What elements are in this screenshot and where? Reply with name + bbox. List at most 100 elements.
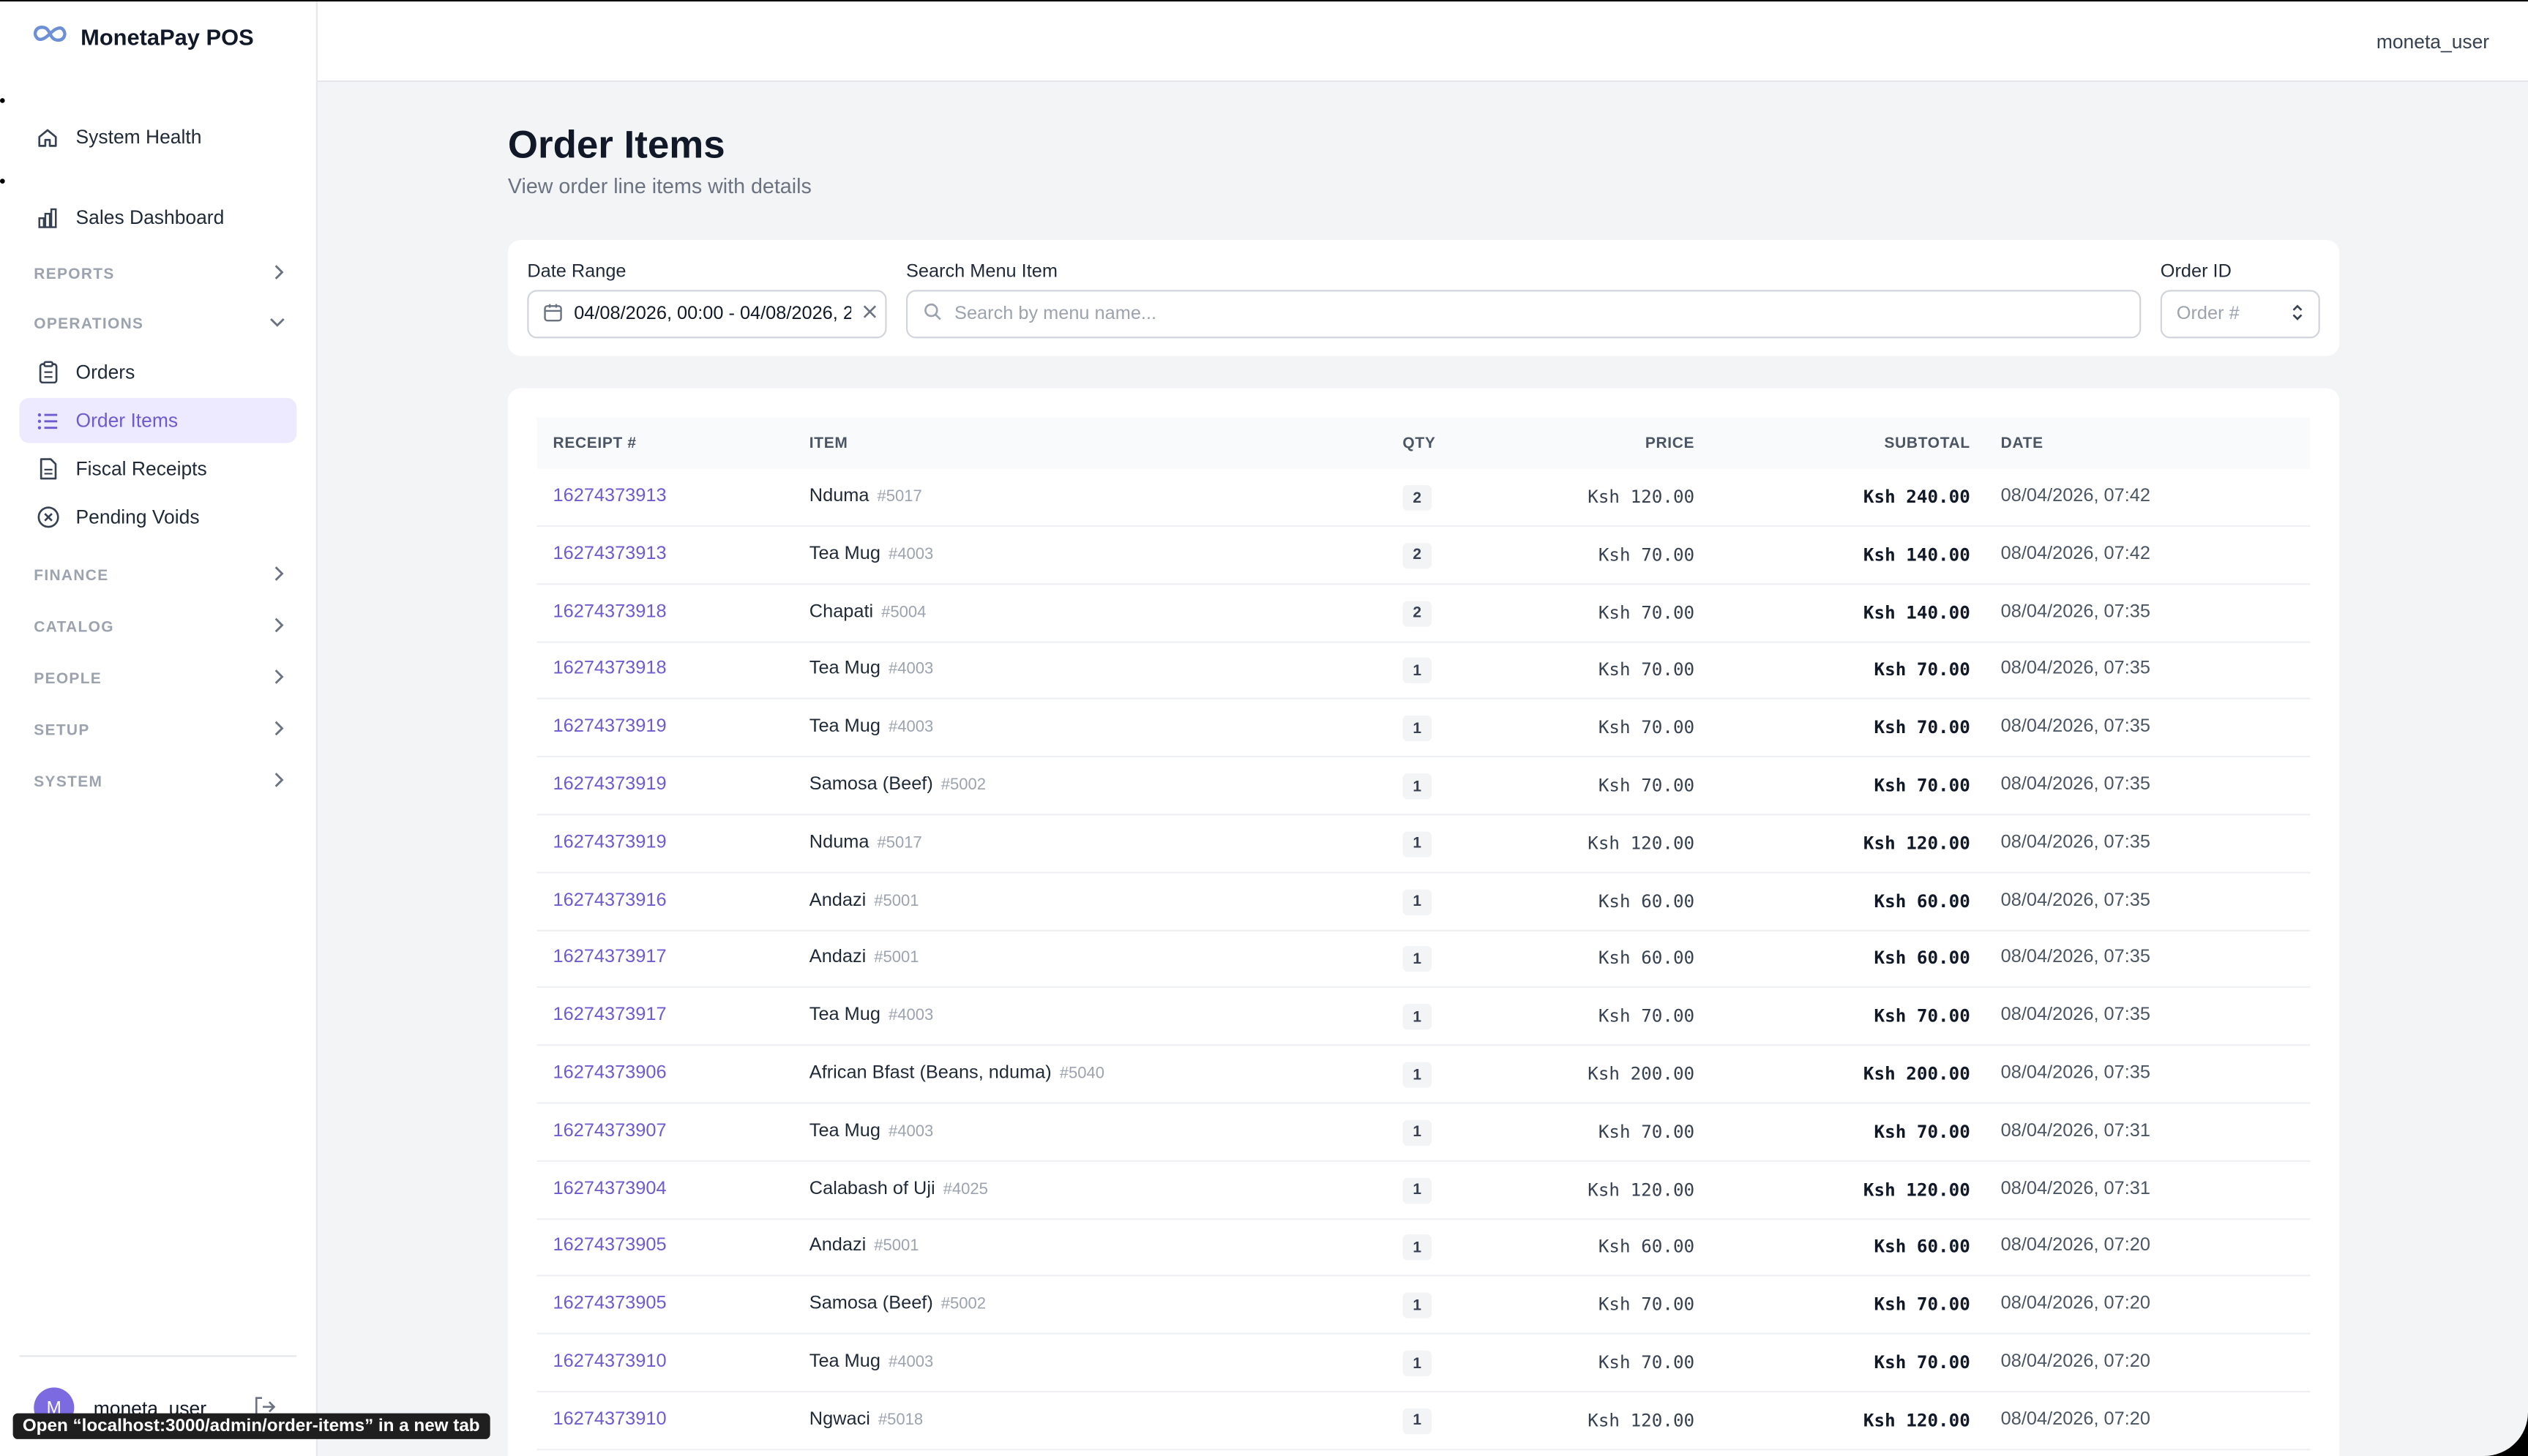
date-cell: 08/04/2026, 07:20 — [2000, 1237, 2150, 1256]
topbar-username[interactable]: moneta_user — [2376, 31, 2489, 53]
item-code: #5001 — [874, 950, 919, 968]
date-cell: 08/04/2026, 07:35 — [2000, 775, 2150, 795]
col-receipt[interactable]: RECEIPT # — [553, 435, 637, 453]
chevron-right-icon — [272, 669, 285, 690]
order-id-input[interactable]: Order # — [2160, 290, 2320, 339]
item-code: #5002 — [940, 776, 987, 795]
chevron-right-icon — [272, 566, 285, 587]
receipt-link[interactable]: 16274373918 — [553, 602, 667, 621]
order-items-table: RECEIPT # ITEM QTY PRICE SUBTOTAL DATE 1… — [507, 388, 2340, 1456]
sidebar-item-pending-voids[interactable]: Pending Voids — [19, 495, 296, 540]
sidebar-item-orders[interactable]: Orders — [19, 350, 296, 395]
search-menu-item-label: Search Menu Item — [905, 262, 1058, 282]
sidebar-item-label: Order Items — [75, 409, 179, 432]
receipt-link[interactable]: 16274373910 — [553, 1410, 667, 1429]
item-cell: Andazi #5001 — [809, 1237, 919, 1256]
table-row: 16274373919 Nduma #5017 1 Ksh 120.00 Ksh 120.… — [536, 815, 2311, 874]
sidebar-item-label: Orders — [75, 361, 135, 384]
section-operations[interactable]: OPERATIONS — [34, 316, 285, 334]
subtotal-cell: Ksh 70.00 — [1874, 1351, 1970, 1373]
item-cell: Nduma #5017 — [809, 833, 922, 852]
sidebar-divider — [19, 1355, 297, 1357]
item-code: #5018 — [878, 1411, 924, 1430]
subtotal-cell: Ksh 70.00 — [1874, 1005, 1970, 1027]
receipt-link[interactable]: 16274373910 — [553, 1352, 667, 1371]
item-code: #4003 — [888, 1354, 934, 1372]
qty-badge: 1 — [1402, 716, 1432, 742]
sidebar-item-order-items[interactable]: Order Items — [19, 397, 297, 443]
receipt-link[interactable]: 16274373907 — [553, 1121, 667, 1140]
stepper-icon[interactable] — [2291, 302, 2304, 326]
receipt-link[interactable]: 16274373917 — [553, 1006, 667, 1025]
qty-badge: 2 — [1402, 600, 1432, 626]
section-label: FINANCE — [34, 567, 109, 585]
section-label: SYSTEM — [34, 773, 103, 792]
item-name: Samosa (Beef) — [809, 1294, 933, 1314]
col-item[interactable]: ITEM — [809, 435, 848, 453]
price-cell: Ksh 200.00 — [1588, 1063, 1695, 1085]
receipt-link[interactable]: 16274373913 — [553, 487, 667, 506]
app-root: MonetaPay POS System Health Sales Dashbo… — [0, 1, 2528, 1456]
price-cell: Ksh 70.00 — [1598, 659, 1695, 681]
item-code: #5002 — [940, 1296, 987, 1314]
item-name: Andazi — [809, 1237, 867, 1256]
section-catalog[interactable]: CATALOG — [34, 617, 285, 638]
section-people[interactable]: PEOPLE — [34, 669, 285, 690]
section-reports[interactable]: REPORTS — [34, 264, 285, 285]
price-cell: Ksh 70.00 — [1598, 1351, 1695, 1373]
subtotal-cell: Ksh 70.00 — [1874, 775, 1970, 796]
price-cell: Ksh 70.00 — [1598, 544, 1695, 566]
brand[interactable]: MonetaPay POS — [32, 23, 254, 52]
app-name: MonetaPay POS — [81, 23, 254, 50]
receipt-link[interactable]: 16274373906 — [553, 1064, 667, 1083]
section-system[interactable]: SYSTEM — [34, 772, 285, 793]
sidebar-item-sales-dashboard[interactable]: Sales Dashboard — [19, 195, 296, 240]
section-setup[interactable]: SETUP — [34, 720, 285, 741]
col-price[interactable]: PRICE — [1645, 435, 1694, 453]
col-qty[interactable]: QTY — [1402, 435, 1435, 453]
receipt-link[interactable]: 16274373918 — [553, 660, 667, 679]
date-cell: 08/04/2026, 07:20 — [2000, 1351, 2150, 1372]
date-cell: 08/04/2026, 07:31 — [2000, 1179, 2150, 1198]
receipt-link[interactable]: 16274373913 — [553, 544, 667, 563]
search-input[interactable]: Search by menu name... — [905, 290, 2142, 339]
col-date[interactable]: DATE — [2001, 435, 2043, 453]
receipt-link[interactable]: 16274373917 — [553, 948, 667, 967]
sidebar-item-system-health[interactable]: System Health — [19, 114, 296, 160]
x-circle-icon — [35, 505, 59, 529]
price-cell: Ksh 120.00 — [1588, 487, 1695, 508]
qty-badge: 1 — [1402, 1350, 1432, 1376]
clipboard-icon — [35, 360, 59, 384]
subtotal-cell: Ksh 240.00 — [1863, 487, 1970, 508]
receipt-link[interactable]: 16274373905 — [553, 1237, 667, 1256]
item-cell: Tea Mug #4003 — [809, 544, 933, 563]
list-icon — [35, 408, 59, 432]
item-name: African Bfast (Beans, nduma) — [809, 1063, 1052, 1084]
sidebar-item-label: System Health — [75, 125, 202, 149]
receipt-link[interactable]: 16274373919 — [553, 775, 667, 794]
table-row: 16274373910 Tea Mug #4003 1 Ksh 70.00 Ksh 70.… — [536, 1335, 2311, 1393]
sidebar-item-fiscal-receipts[interactable]: Fiscal Receipts — [19, 446, 296, 492]
item-cell: Tea Mug #4003 — [809, 1121, 933, 1140]
price-cell: Ksh 60.00 — [1598, 890, 1695, 912]
calendar-icon — [543, 302, 562, 326]
receipt-link[interactable]: 16274373904 — [553, 1179, 667, 1198]
date-cell: 08/04/2026, 07:31 — [2000, 1121, 2150, 1141]
qty-badge: 1 — [1402, 888, 1432, 915]
item-name: Nduma — [809, 833, 870, 852]
receipt-link[interactable]: 16274373919 — [553, 717, 667, 736]
clear-icon[interactable] — [862, 304, 877, 323]
receipt-link[interactable]: 16274373905 — [553, 1294, 667, 1313]
price-cell: Ksh 120.00 — [1588, 1179, 1695, 1200]
price-cell: Ksh 120.00 — [1588, 833, 1695, 854]
chevron-right-icon — [272, 617, 285, 638]
receipt-link[interactable]: 16274373916 — [553, 890, 667, 909]
col-subtotal[interactable]: SUBTOTAL — [1885, 435, 1970, 453]
section-finance[interactable]: FINANCE — [34, 566, 285, 587]
table-row: 16274373918 Tea Mug #4003 1 Ksh 70.00 Ksh 70.… — [536, 642, 2311, 700]
home-icon — [35, 125, 59, 149]
qty-badge: 1 — [1402, 946, 1432, 972]
chevron-down-icon — [269, 316, 285, 334]
date-range-input[interactable]: 04/08/2026, 00:00 - 04/08/2026, 23:59 — [527, 290, 887, 339]
receipt-link[interactable]: 16274373919 — [553, 833, 667, 852]
